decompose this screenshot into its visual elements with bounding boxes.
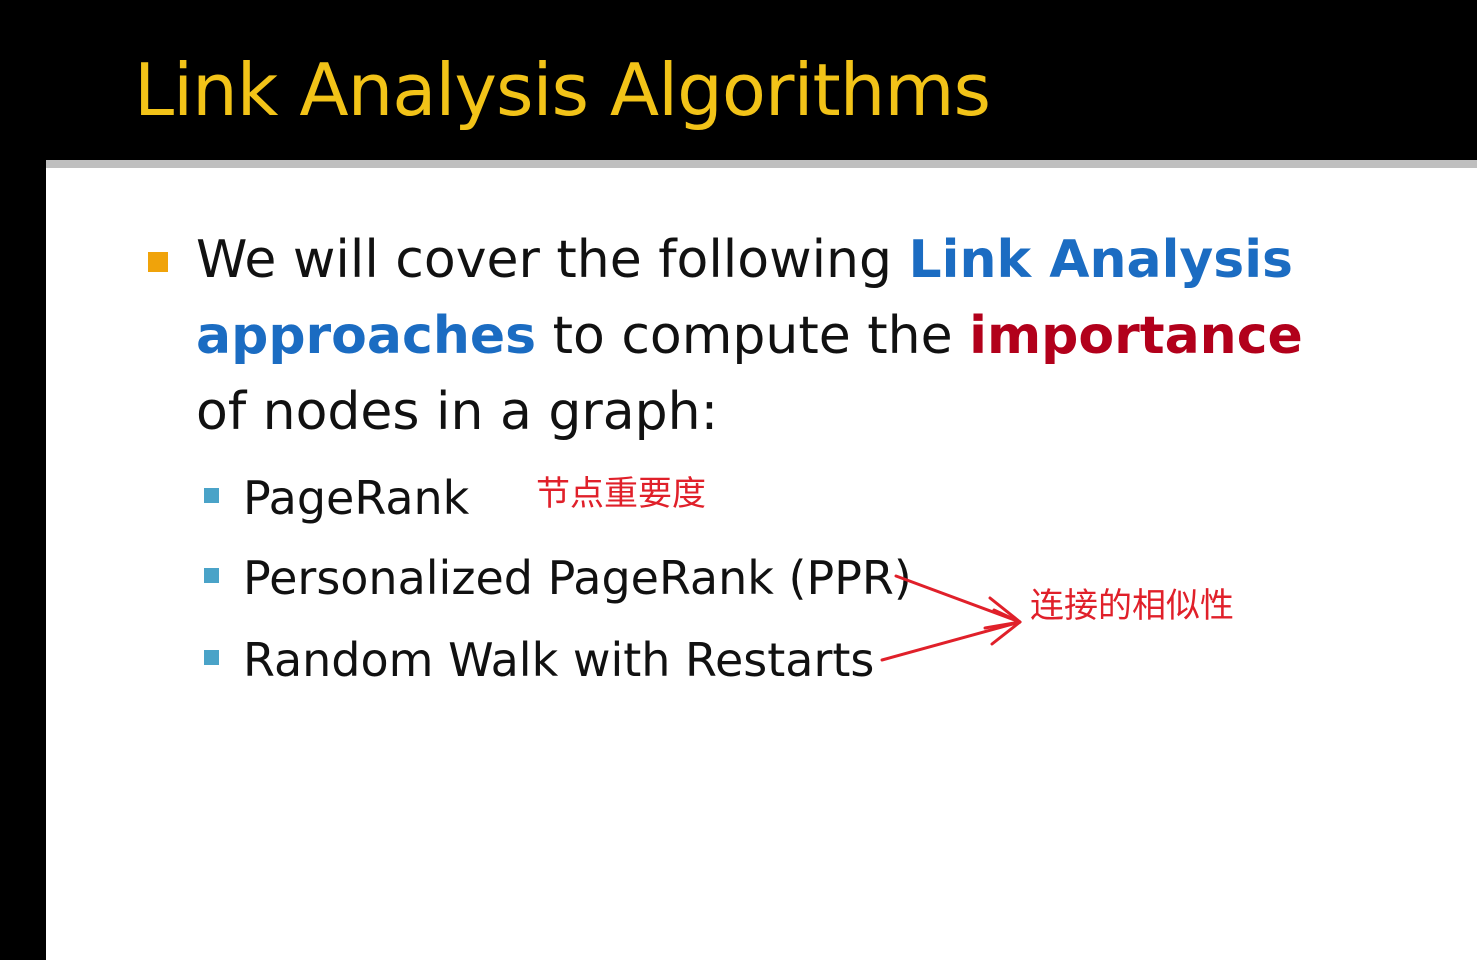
annotation-connection-similarity: 连接的相似性 xyxy=(1030,586,1234,626)
intro-text: to compute the xyxy=(536,306,970,366)
sub-bullet-icon xyxy=(204,568,219,583)
intro-text: of nodes in a graph: xyxy=(196,382,719,442)
title-divider xyxy=(46,160,1477,168)
list-item-random-walk: Random Walk with Restarts xyxy=(243,633,875,687)
intro-paragraph: We will cover the following Link Analysi… xyxy=(196,222,1346,450)
sub-bullet-icon xyxy=(204,650,219,665)
intro-text: We will cover the following xyxy=(196,230,909,290)
bullet-square-icon xyxy=(148,252,168,272)
list-item-pagerank: PageRank xyxy=(243,471,470,525)
slide-title: Link Analysis Algorithms xyxy=(134,48,991,132)
highlight-importance: importance xyxy=(969,306,1303,366)
sub-bullet-icon xyxy=(204,488,219,503)
annotation-node-importance: 节点重要度 xyxy=(536,474,706,514)
list-item-ppr: Personalized PageRank (PPR) xyxy=(243,551,912,605)
